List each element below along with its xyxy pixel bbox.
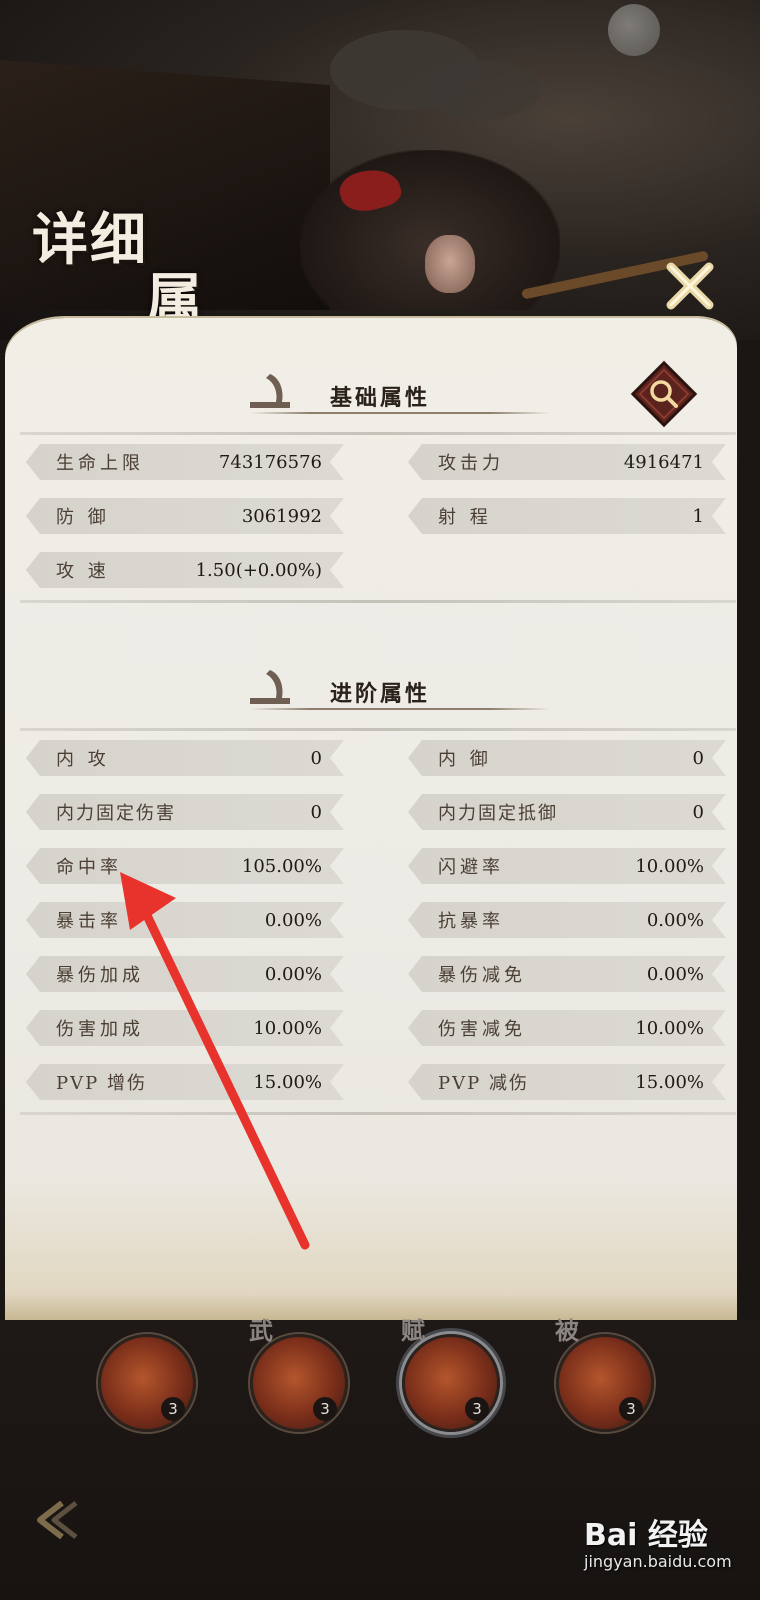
section-divider: [250, 412, 550, 414]
back-button[interactable]: [32, 1495, 102, 1545]
stat-value: 0: [692, 801, 704, 823]
header-scene: 详细 属性: [0, 0, 760, 340]
skill-count-badge: 3: [465, 1397, 489, 1421]
stat-crit-damage-bonus: 暴伤加成 0.00%: [26, 956, 344, 992]
stat-label: 闪避率: [438, 857, 504, 878]
stat-fixed-internal-resist: 内力固定抵御 0: [408, 794, 726, 830]
ink-brush-icon: [250, 374, 290, 408]
stat-pvp-damage-reduction: PVP 减伤 15.00%: [408, 1064, 726, 1100]
skill-tag: 赋: [401, 1316, 425, 1345]
stat-fixed-internal-damage: 内力固定伤害 0: [26, 794, 344, 830]
search-icon: [630, 360, 698, 428]
row-separator: [20, 600, 736, 603]
back-arrow-icon: [37, 1500, 78, 1540]
stat-label: 内 御: [438, 749, 492, 770]
stat-value: 743176576: [218, 451, 322, 473]
moon-illustration: [608, 4, 660, 56]
advanced-section-title: 进阶属性: [330, 681, 431, 707]
row-separator: [20, 1112, 736, 1115]
row-separator: [20, 728, 736, 731]
stat-value: 0: [310, 801, 322, 823]
stat-value: 1: [692, 505, 704, 527]
close-icon: [666, 262, 714, 310]
stat-label: 伤害加成: [56, 1019, 144, 1040]
stat-max-hp: 生命上限 743176576: [26, 444, 344, 480]
stat-value: 0.00%: [646, 909, 704, 931]
close-button[interactable]: [658, 254, 722, 318]
skill-count-badge: 3: [313, 1397, 337, 1421]
stat-value: 3061992: [241, 505, 322, 527]
skill-slot-4[interactable]: 被 3: [555, 1316, 654, 1432]
search-button[interactable]: [628, 358, 700, 430]
stat-label: 射 程: [438, 507, 492, 528]
skill-slot-2[interactable]: 武 3: [249, 1316, 348, 1432]
stat-value: 10.00%: [635, 855, 704, 877]
stat-label: 防 御: [56, 507, 110, 528]
ink-brush-icon: [250, 670, 290, 704]
stat-label: 暴伤减免: [438, 965, 526, 986]
character-illustration: [300, 150, 560, 310]
stat-label: 暴伤加成: [56, 965, 144, 986]
stat-value: 0.00%: [264, 909, 322, 931]
stat-label: 攻 速: [56, 561, 110, 582]
stat-label: 生命上限: [56, 453, 144, 474]
stat-damage-bonus: 伤害加成 10.00%: [26, 1010, 344, 1046]
stat-crit-rate: 暴击率 0.00%: [26, 902, 344, 938]
stat-label: PVP 减伤: [438, 1073, 529, 1094]
stat-value: 0: [692, 747, 704, 769]
stat-label: 攻击力: [438, 453, 504, 474]
stat-label: PVP 增伤: [56, 1073, 147, 1094]
skill-tag: 武: [249, 1316, 273, 1345]
stat-damage-reduction: 伤害减免 10.00%: [408, 1010, 726, 1046]
stat-label: 伤害减免: [438, 1019, 526, 1040]
basic-section-header: 基础属性: [240, 368, 560, 428]
stat-internal-defense: 内 御 0: [408, 740, 726, 776]
stat-value: 105.00%: [241, 855, 322, 877]
stat-crit-damage-reduction: 暴伤减免 0.00%: [408, 956, 726, 992]
skill-slot-3[interactable]: 赋 3: [401, 1316, 500, 1432]
stat-value: 15.00%: [253, 1071, 322, 1093]
stat-value: 10.00%: [253, 1017, 322, 1039]
stat-crit-resist: 抗暴率 0.00%: [408, 902, 726, 938]
stat-value: 4916471: [623, 451, 704, 473]
stat-value: 0.00%: [646, 963, 704, 985]
stat-label: 命中率: [56, 857, 122, 878]
page-title-line1: 详细: [32, 207, 148, 273]
baidu-watermark: Bai 经验 jingyan.baidu.com: [584, 1510, 744, 1580]
stat-dodge-rate: 闪避率 10.00%: [408, 848, 726, 884]
skill-count-badge: 3: [619, 1397, 643, 1421]
stat-value: 1.50(+0.00%): [195, 559, 322, 581]
stat-range: 射 程 1: [408, 498, 726, 534]
stat-pvp-damage-bonus: PVP 增伤 15.00%: [26, 1064, 344, 1100]
advanced-stats-grid: 内 攻 0 内 御 0 内力固定伤害 0 内力固定抵御 0 命中率 105.00…: [20, 728, 736, 1118]
stat-label: 内力固定抵御: [438, 803, 558, 824]
watermark-url: jingyan.baidu.com: [584, 1552, 732, 1571]
stat-value: 0.00%: [264, 963, 322, 985]
stat-label: 内力固定伤害: [56, 803, 176, 824]
stat-value: 15.00%: [635, 1071, 704, 1093]
basic-section-title: 基础属性: [330, 385, 431, 411]
skill-tag: 被: [555, 1316, 579, 1345]
stat-hit-rate: 命中率 105.00%: [26, 848, 344, 884]
watermark-main: Bai 经验: [584, 1518, 708, 1553]
stat-attack-speed: 攻 速 1.50(+0.00%): [26, 552, 344, 588]
skill-slot-1[interactable]: 3: [98, 1334, 196, 1432]
stat-label: 暴击率: [56, 911, 122, 932]
page-title: 详细 属性: [28, 175, 258, 333]
stat-defense: 防 御 3061992: [26, 498, 344, 534]
advanced-section-header: 进阶属性: [240, 664, 560, 724]
skill-count-badge: 3: [161, 1397, 185, 1421]
basic-stats-grid: 生命上限 743176576 攻击力 4916471 防 御 3061992 射…: [20, 432, 736, 603]
stat-internal-attack: 内 攻 0: [26, 740, 344, 776]
stat-attack: 攻击力 4916471: [408, 444, 726, 480]
row-separator: [20, 432, 736, 435]
stat-value: 0: [310, 747, 322, 769]
stat-value: 10.00%: [635, 1017, 704, 1039]
section-divider: [250, 708, 550, 710]
stat-label: 内 攻: [56, 749, 110, 770]
stat-label: 抗暴率: [438, 911, 504, 932]
cloud-decoration: [420, 60, 540, 120]
